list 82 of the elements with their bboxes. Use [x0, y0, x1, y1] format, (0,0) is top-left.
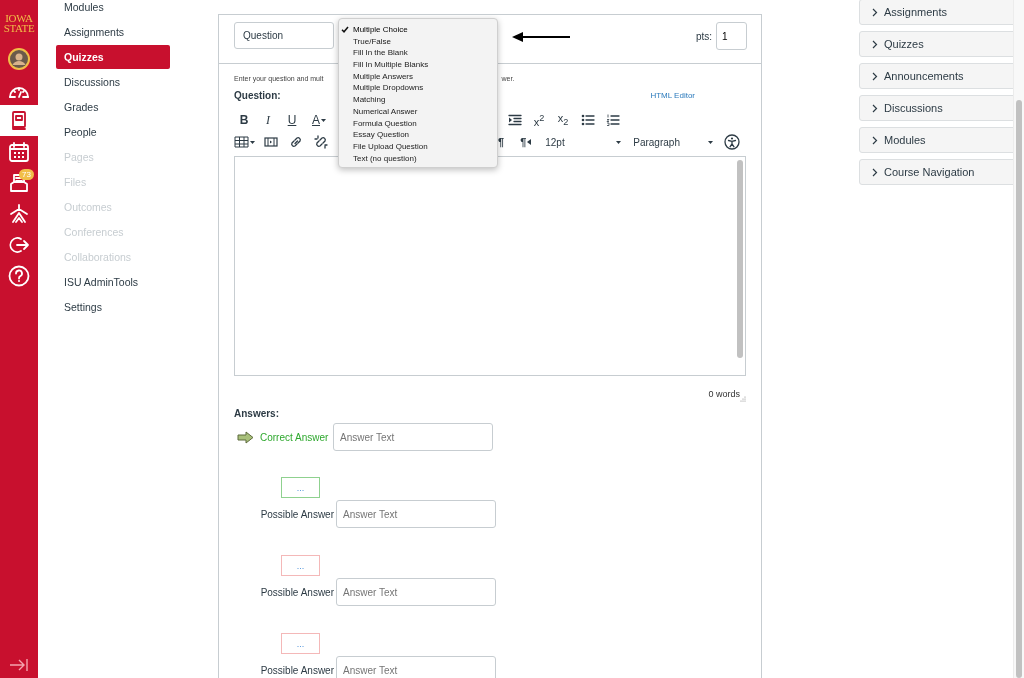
answer-field[interactable]: Answer Text: [336, 656, 496, 678]
subscript-button[interactable]: x$_{2}$: [553, 111, 573, 129]
chevron-right-icon: [872, 39, 878, 49]
answer-label: Possible Answer: [260, 664, 334, 676]
table-icon[interactable]: [234, 136, 256, 148]
link-icon[interactable]: [288, 135, 303, 149]
chevron-right-icon: [872, 103, 878, 113]
answer-field[interactable]: Answer Text: [336, 578, 496, 606]
accessibility-icon[interactable]: [723, 134, 740, 150]
menu-option[interactable]: Multiple Choice: [339, 24, 497, 36]
word-count: 0 words: [708, 388, 740, 400]
font-select[interactable]: Paragraph: [629, 133, 718, 151]
question-label: Question:: [234, 89, 281, 101]
calendar-icon[interactable]: [8, 140, 30, 163]
answer-field[interactable]: Answer Text: [333, 423, 493, 451]
caret-icon: [708, 140, 714, 144]
comment-button[interactable]: ...: [281, 477, 320, 498]
numbered-list-icon[interactable]: [605, 114, 620, 126]
answer-label: Possible Answer: [260, 586, 334, 598]
menu-option[interactable]: Multiple Answers: [339, 70, 497, 83]
scrollbar[interactable]: [1013, 0, 1024, 678]
course-nav-link[interactable]: Discussions: [56, 70, 170, 95]
answer-field[interactable]: Answer Text: [336, 500, 496, 528]
question-name-field[interactable]: Question: [234, 22, 334, 49]
commons-icon[interactable]: [8, 202, 30, 225]
font-select[interactable]: 12pt: [541, 133, 626, 151]
comment-button[interactable]: ...: [281, 555, 320, 576]
menu-option[interactable]: Fill In the Blank: [339, 47, 497, 60]
menu-option[interactable]: Formula Question: [339, 117, 497, 130]
menu-option[interactable]: File Upload Question: [339, 140, 497, 153]
ltr-button[interactable]: ¶: [498, 133, 505, 151]
comment-button[interactable]: ...: [281, 633, 320, 654]
correct-answer-label: Correct Answer: [260, 431, 329, 443]
menu-option[interactable]: Matching: [339, 94, 497, 106]
count-badge: 73: [19, 169, 34, 180]
html-editor-link[interactable]: HTML Editor: [650, 90, 695, 100]
answer-label: Possible Answer: [260, 508, 334, 520]
book-icon[interactable]: [9, 109, 29, 132]
underline-button[interactable]: U: [282, 111, 302, 129]
editor-field[interactable]: [234, 156, 746, 376]
inbox-icon[interactable]: [8, 171, 30, 194]
logo[interactable]: IOWA STATE: [3, 13, 35, 43]
menu-option[interactable]: Multiple Dropdowns: [339, 82, 497, 95]
color-button[interactable]: A: [306, 111, 332, 129]
collapse-icon[interactable]: [9, 658, 29, 672]
rtl-button[interactable]: ¶: [520, 133, 532, 151]
triangle-left-icon: [527, 139, 532, 145]
media-icon[interactable]: [263, 136, 278, 148]
answers-label: Answers:: [234, 408, 280, 419]
course-nav-link[interactable]: Assignments: [56, 20, 170, 45]
chevron-right-icon: [872, 7, 878, 17]
caret-icon: [616, 140, 622, 144]
course-nav-link[interactable]: ISU AdminTools: [56, 270, 170, 295]
arrow-right-icon[interactable]: [237, 430, 254, 444]
help-icon[interactable]: [8, 264, 30, 287]
superscript-button[interactable]: x$^{2}$: [529, 111, 549, 129]
bold-button[interactable]: B: [234, 111, 254, 129]
check-icon: [341, 25, 349, 33]
course-nav-link[interactable]: Settings: [56, 295, 170, 320]
menu-option[interactable]: Numerical Answer: [339, 105, 497, 118]
arrow-out-icon[interactable]: [8, 234, 30, 255]
points-label: pts:: [695, 30, 712, 42]
course-nav-link[interactable]: Quizzes: [56, 45, 170, 69]
points-field[interactable]: 1: [716, 22, 747, 50]
course-nav-link[interactable]: People: [56, 120, 170, 145]
menu-option[interactable]: Fill In Multiple Blanks: [339, 59, 497, 71]
unlink-icon[interactable]: [313, 135, 328, 149]
avatar[interactable]: [7, 46, 31, 71]
italic-button[interactable]: I: [258, 111, 278, 129]
bullet-list-icon[interactable]: [580, 114, 595, 126]
menu-option[interactable]: Essay Question: [339, 129, 497, 141]
arrow: [512, 31, 572, 43]
chevron-right-icon: [872, 167, 878, 177]
indent-icon[interactable]: [507, 114, 522, 126]
chevron-right-icon: [872, 71, 878, 81]
menu-option[interactable]: True/False: [339, 35, 497, 48]
course-nav-link[interactable]: Grades: [56, 95, 170, 120]
course-nav-link[interactable]: Modules: [56, 0, 170, 20]
caret-icon: [321, 118, 326, 122]
scrollbar[interactable]: [737, 160, 743, 358]
chevron-right-icon: [872, 135, 878, 145]
menu-option[interactable]: Text (no question): [339, 152, 497, 165]
